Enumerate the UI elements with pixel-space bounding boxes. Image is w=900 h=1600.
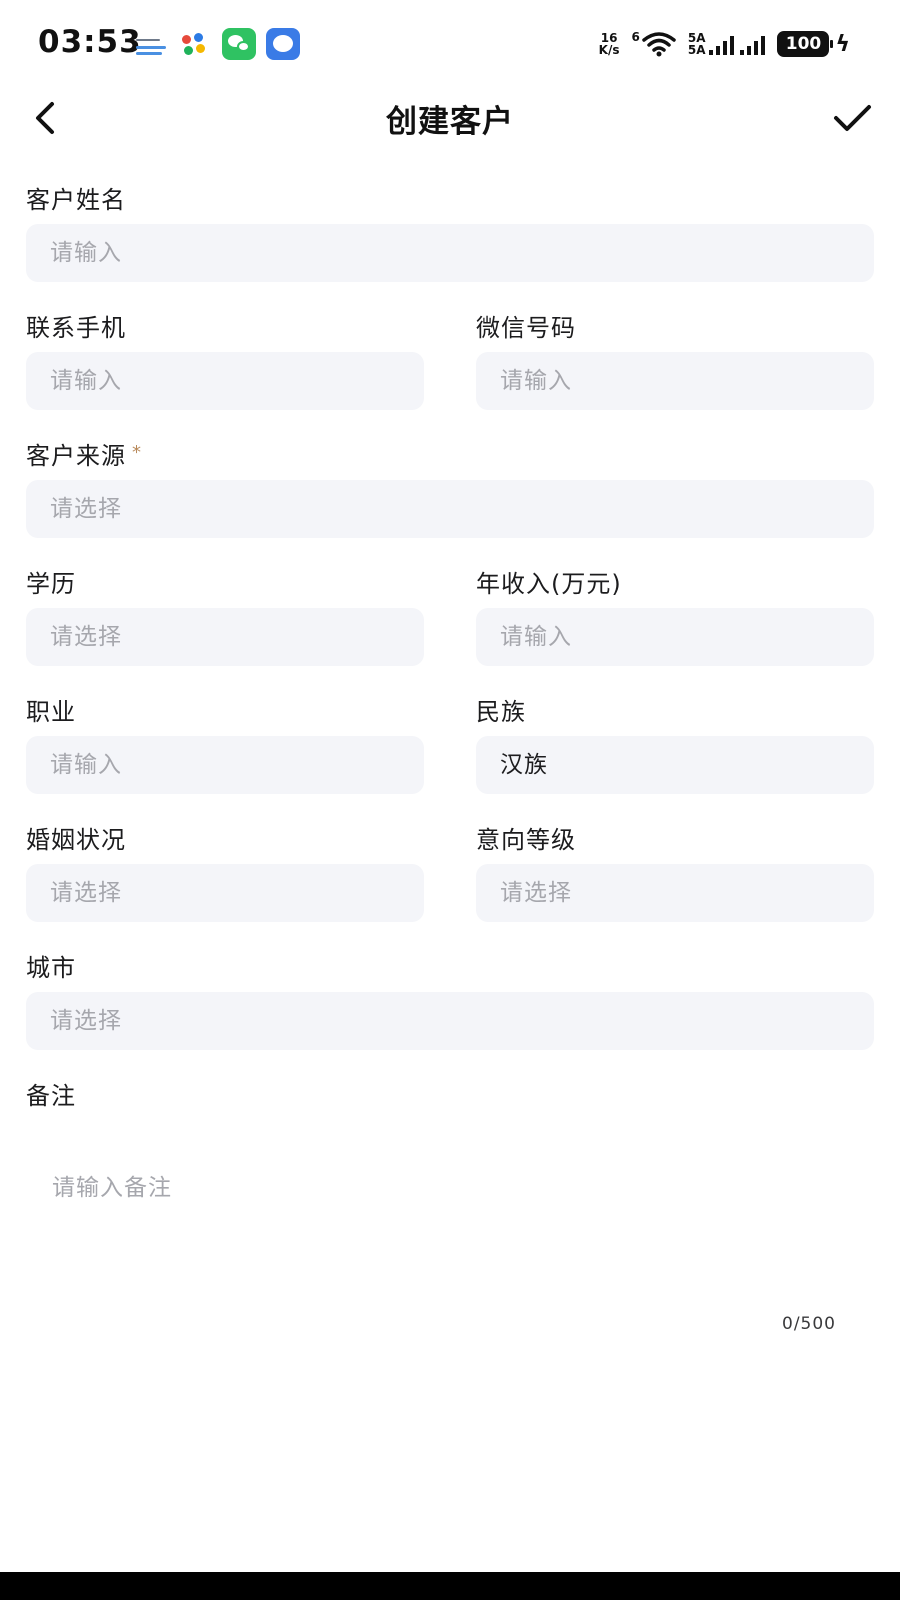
system-nav-bar <box>0 1572 900 1600</box>
system-indicators: 16 K/s 6 5A 5A 100 ϟ <box>599 28 850 60</box>
source-label: 客户来源 * <box>26 442 142 470</box>
checkmark-icon <box>834 105 871 131</box>
status-time: 03:53 <box>38 24 142 60</box>
city-select[interactable]: 请选择 <box>26 992 874 1050</box>
battery-icon: 100 <box>777 31 834 57</box>
remark-textarea[interactable]: 请输入备注 <box>26 1140 874 1320</box>
marital-select[interactable]: 请选择 <box>26 864 424 922</box>
cellular-signal-icon: 5A 5A <box>688 32 766 56</box>
income-label: 年收入(万元) <box>476 570 622 598</box>
income-input[interactable]: 请输入 <box>476 608 874 666</box>
city-label: 城市 <box>26 954 76 982</box>
network-speed: 16 K/s <box>598 31 620 57</box>
confirm-button[interactable] <box>828 94 876 142</box>
occupation-input[interactable]: 请输入 <box>26 736 424 794</box>
name-label: 客户姓名 <box>26 186 126 214</box>
nav-bar: 创建客户 <box>0 88 900 148</box>
ethnicity-input[interactable]: 汉族 <box>476 736 874 794</box>
source-select[interactable]: 请选择 <box>26 480 874 538</box>
name-input[interactable]: 请输入 <box>26 224 874 282</box>
status-bar: 03:53 16 K/s 6 5A 5A 100 ϟ <box>0 0 900 88</box>
remark-label: 备注 <box>26 1082 76 1110</box>
education-select[interactable]: 请选择 <box>26 608 424 666</box>
education-label: 学历 <box>26 570 76 598</box>
wechat-label: 微信号码 <box>476 314 576 342</box>
ethnicity-label: 民族 <box>476 698 526 726</box>
occupation-label: 职业 <box>26 698 76 726</box>
wechat-icon <box>222 28 256 60</box>
wechat-input[interactable]: 请输入 <box>476 352 874 410</box>
message-app-icon <box>266 28 300 60</box>
charging-icon: ϟ <box>835 31 850 57</box>
required-mark: * <box>132 442 142 463</box>
intent-label: 意向等级 <box>476 826 576 854</box>
page-title: 创建客户 <box>386 104 514 140</box>
wifi-icon: 6 <box>631 31 676 57</box>
colorful-app-icon <box>180 29 210 59</box>
marital-label: 婚姻状况 <box>26 826 126 854</box>
phone-label: 联系手机 <box>26 314 126 342</box>
remark-char-counter: 0/500 <box>782 1314 836 1334</box>
intent-select[interactable]: 请选择 <box>476 864 874 922</box>
phone-input[interactable]: 请输入 <box>26 352 424 410</box>
notification-app-icon <box>136 29 170 59</box>
